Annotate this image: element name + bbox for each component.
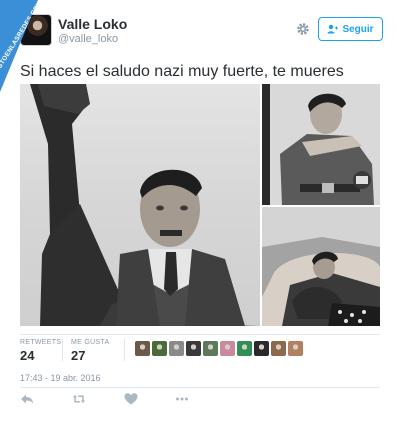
liker-avatar[interactable] (288, 341, 303, 356)
likes-count: 27 (71, 348, 86, 363)
follow-button[interactable]: Seguir (318, 17, 383, 41)
retweets-label: RETWEETS (20, 339, 62, 346)
retweets-stat[interactable]: RETWEETS 24 (20, 339, 61, 363)
stats-divider-top (20, 334, 380, 335)
tweet-text: Si haces el saludo nazi muy fuerte, te m… (20, 63, 344, 80)
tweet-actions (20, 392, 220, 406)
liker-avatar[interactable] (254, 341, 269, 356)
stat-separator (62, 339, 63, 361)
likes-stat[interactable]: ME GUSTA 27 (71, 339, 109, 363)
gear-icon[interactable] (296, 22, 310, 36)
liker-avatar[interactable] (186, 341, 201, 356)
author-name[interactable]: Valle Loko (58, 16, 127, 32)
photo-salute-closeup[interactable] (262, 84, 380, 205)
stat-separator (124, 339, 125, 361)
liker-avatars (135, 341, 303, 356)
liker-avatar[interactable] (152, 341, 167, 356)
tweet-header: Valle Loko @valle_loko Seguir (20, 14, 385, 54)
add-user-icon (327, 24, 339, 34)
retweet-icon[interactable] (72, 392, 86, 406)
retweets-count: 24 (20, 348, 35, 363)
tweet-timestamp[interactable]: 17:43 - 19 abr. 2016 (20, 373, 101, 383)
liker-avatar[interactable] (203, 341, 218, 356)
liker-avatar[interactable] (135, 341, 150, 356)
likes-label: ME GUSTA (71, 339, 110, 346)
liker-avatar[interactable] (169, 341, 184, 356)
heart-icon[interactable] (124, 392, 138, 406)
liker-avatar[interactable] (271, 341, 286, 356)
author-handle[interactable]: @valle_loko (58, 33, 118, 45)
more-icon[interactable] (175, 392, 189, 406)
liker-avatar[interactable] (237, 341, 252, 356)
photo-fallen[interactable] (262, 207, 380, 326)
liker-avatar[interactable] (220, 341, 235, 356)
reply-icon[interactable] (20, 392, 34, 406)
actions-divider (20, 387, 380, 388)
photo-salute[interactable] (20, 84, 260, 326)
follow-label: Seguir (342, 23, 374, 35)
tweet-media[interactable] (20, 84, 380, 326)
